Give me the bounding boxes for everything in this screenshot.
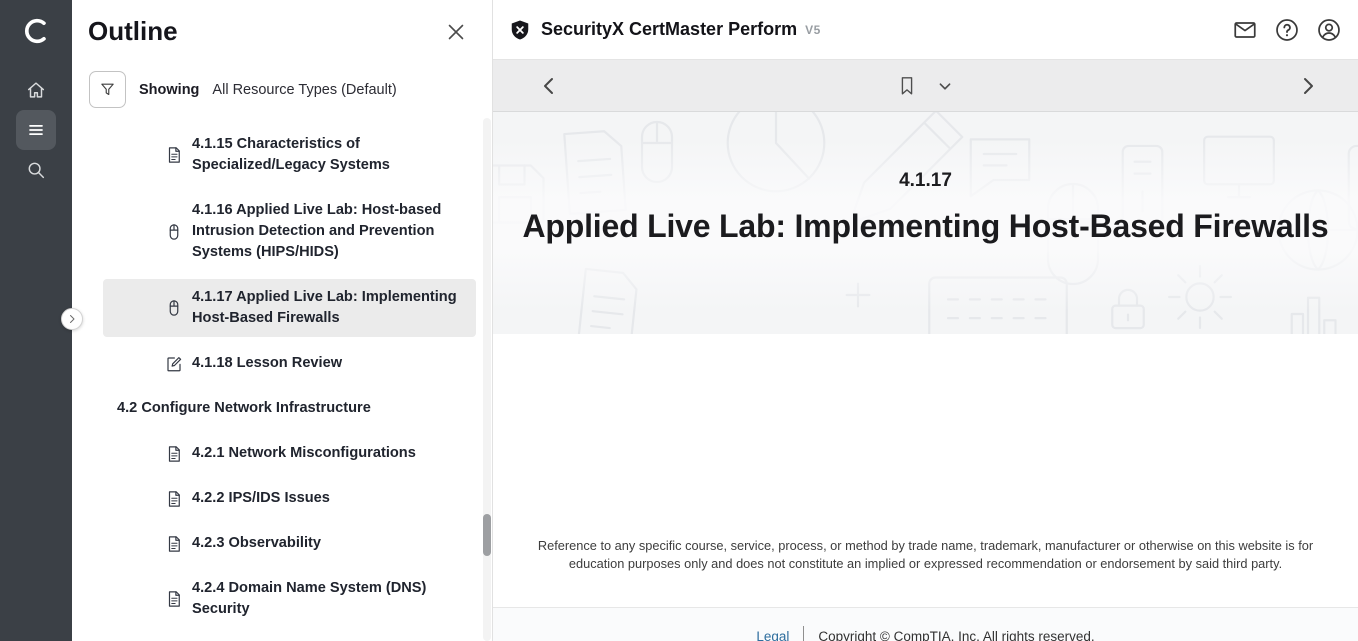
edit-icon	[165, 354, 183, 374]
outline-item-label: 4.1.15 Characteristics of Specialized/Le…	[192, 134, 464, 176]
version-badge: V5	[805, 23, 821, 37]
outline-item-label: 4.2.3 Observability	[192, 533, 321, 554]
document-icon	[165, 534, 183, 554]
bookmark-menu-button[interactable]	[934, 75, 956, 97]
outline-item-4-1-17[interactable]: 4.1.17 Applied Live Lab: Implementing Ho…	[103, 279, 476, 337]
sidebar-item-outline[interactable]	[16, 110, 56, 150]
copyright-text: Copyright © CompTIA, Inc. All rights res…	[818, 629, 1094, 641]
panel-collapse-toggle[interactable]	[61, 308, 83, 330]
help-icon	[1274, 17, 1300, 43]
outline-scrollbar[interactable]	[483, 118, 491, 641]
previous-lesson-button[interactable]	[537, 74, 561, 98]
chevron-right-icon	[1296, 74, 1320, 98]
outline-list: 4.1.15 Characteristics of Specialized/Le…	[72, 126, 492, 641]
legal-link[interactable]: Legal	[756, 629, 789, 641]
outline-item-4-2-5[interactable]: 4.2.5 Email Security	[103, 636, 476, 641]
outline-item-4-2-1[interactable]: 4.2.1 Network Misconfigurations	[103, 435, 476, 472]
outline-close-button[interactable]	[444, 20, 468, 44]
sidebar-item-search[interactable]	[16, 150, 56, 190]
resource-filter-row: Showing All Resource Types (Default)	[89, 71, 492, 108]
lesson-banner: 4.1.17 Applied Live Lab: Implementing Ho…	[493, 112, 1358, 334]
outline-section-4-2[interactable]: 4.2 Configure Network Infrastructure	[103, 390, 476, 427]
outline-item-4-1-18[interactable]: 4.1.18 Lesson Review	[103, 345, 476, 382]
bookmark-button[interactable]	[896, 75, 918, 97]
help-button[interactable]	[1274, 17, 1300, 43]
showing-label: Showing	[139, 82, 199, 98]
outline-panel-title: Outline	[88, 16, 178, 47]
app-root: Outline Showing All Resource Types (Defa…	[0, 0, 1358, 641]
close-icon	[444, 20, 468, 44]
lesson-toolbar	[493, 60, 1358, 112]
menu-icon	[25, 119, 47, 141]
lesson-body: Reference to any specific course, servic…	[493, 334, 1358, 607]
mouse-icon	[165, 222, 183, 242]
filter-value: All Resource Types (Default)	[212, 82, 396, 98]
outline-item-label: 4.1.17 Applied Live Lab: Implementing Ho…	[192, 287, 464, 329]
lesson-title: Applied Live Lab: Implementing Host-Base…	[493, 208, 1358, 245]
outline-item-label: 4.2.1 Network Misconfigurations	[192, 443, 416, 464]
document-icon	[165, 589, 183, 609]
comptia-logo[interactable]	[16, 12, 56, 52]
outline-item-label: 4.2.4 Domain Name System (DNS) Security	[192, 578, 464, 620]
mail-icon	[1232, 17, 1258, 43]
outline-item-4-1-16[interactable]: 4.1.16 Applied Live Lab: Host-based Intr…	[103, 192, 476, 271]
document-icon	[165, 489, 183, 509]
outline-item-4-1-15[interactable]: 4.1.15 Characteristics of Specialized/Le…	[103, 126, 476, 184]
sidebar-nav	[16, 70, 56, 190]
bookmark-icon	[896, 75, 918, 97]
filter-icon	[99, 81, 116, 98]
outline-item-label: 4.1.16 Applied Live Lab: Host-based Intr…	[192, 200, 464, 263]
shield-icon	[509, 19, 531, 41]
outline-item-label: 4.2.2 IPS/IDS Issues	[192, 488, 330, 509]
document-icon	[165, 444, 183, 464]
outline-item-4-2-2[interactable]: 4.2.2 IPS/IDS Issues	[103, 480, 476, 517]
messages-button[interactable]	[1232, 17, 1258, 43]
page-footer: Legal Copyright © CompTIA, Inc. All righ…	[493, 607, 1358, 641]
chevron-left-icon	[537, 74, 561, 98]
footer-divider	[803, 626, 804, 641]
account-icon	[1316, 17, 1342, 43]
disclaimer-text: Reference to any specific course, servic…	[531, 537, 1321, 573]
document-icon	[165, 145, 183, 165]
lesson-number: 4.1.17	[493, 170, 1358, 192]
sidebar-item-home[interactable]	[16, 70, 56, 110]
outline-item-label: 4.1.18 Lesson Review	[192, 353, 342, 374]
caret-down-icon	[934, 75, 956, 97]
mouse-icon	[165, 298, 183, 318]
app-header: SecurityX CertMaster Perform V5	[493, 0, 1358, 60]
filter-button[interactable]	[89, 71, 126, 108]
outline-item-4-2-3[interactable]: 4.2.3 Observability	[103, 525, 476, 562]
outline-scrollbar-thumb[interactable]	[483, 514, 491, 556]
outline-panel: Outline Showing All Resource Types (Defa…	[72, 0, 493, 641]
account-button[interactable]	[1316, 17, 1342, 43]
outline-item-4-2-4[interactable]: 4.2.4 Domain Name System (DNS) Security	[103, 570, 476, 628]
chevron-right-icon	[66, 313, 78, 325]
home-icon	[25, 79, 47, 101]
search-icon	[25, 159, 47, 181]
next-lesson-button[interactable]	[1296, 74, 1320, 98]
app-title: SecurityX CertMaster Perform	[541, 19, 797, 40]
main-content: SecurityX CertMaster Perform V5	[493, 0, 1358, 641]
